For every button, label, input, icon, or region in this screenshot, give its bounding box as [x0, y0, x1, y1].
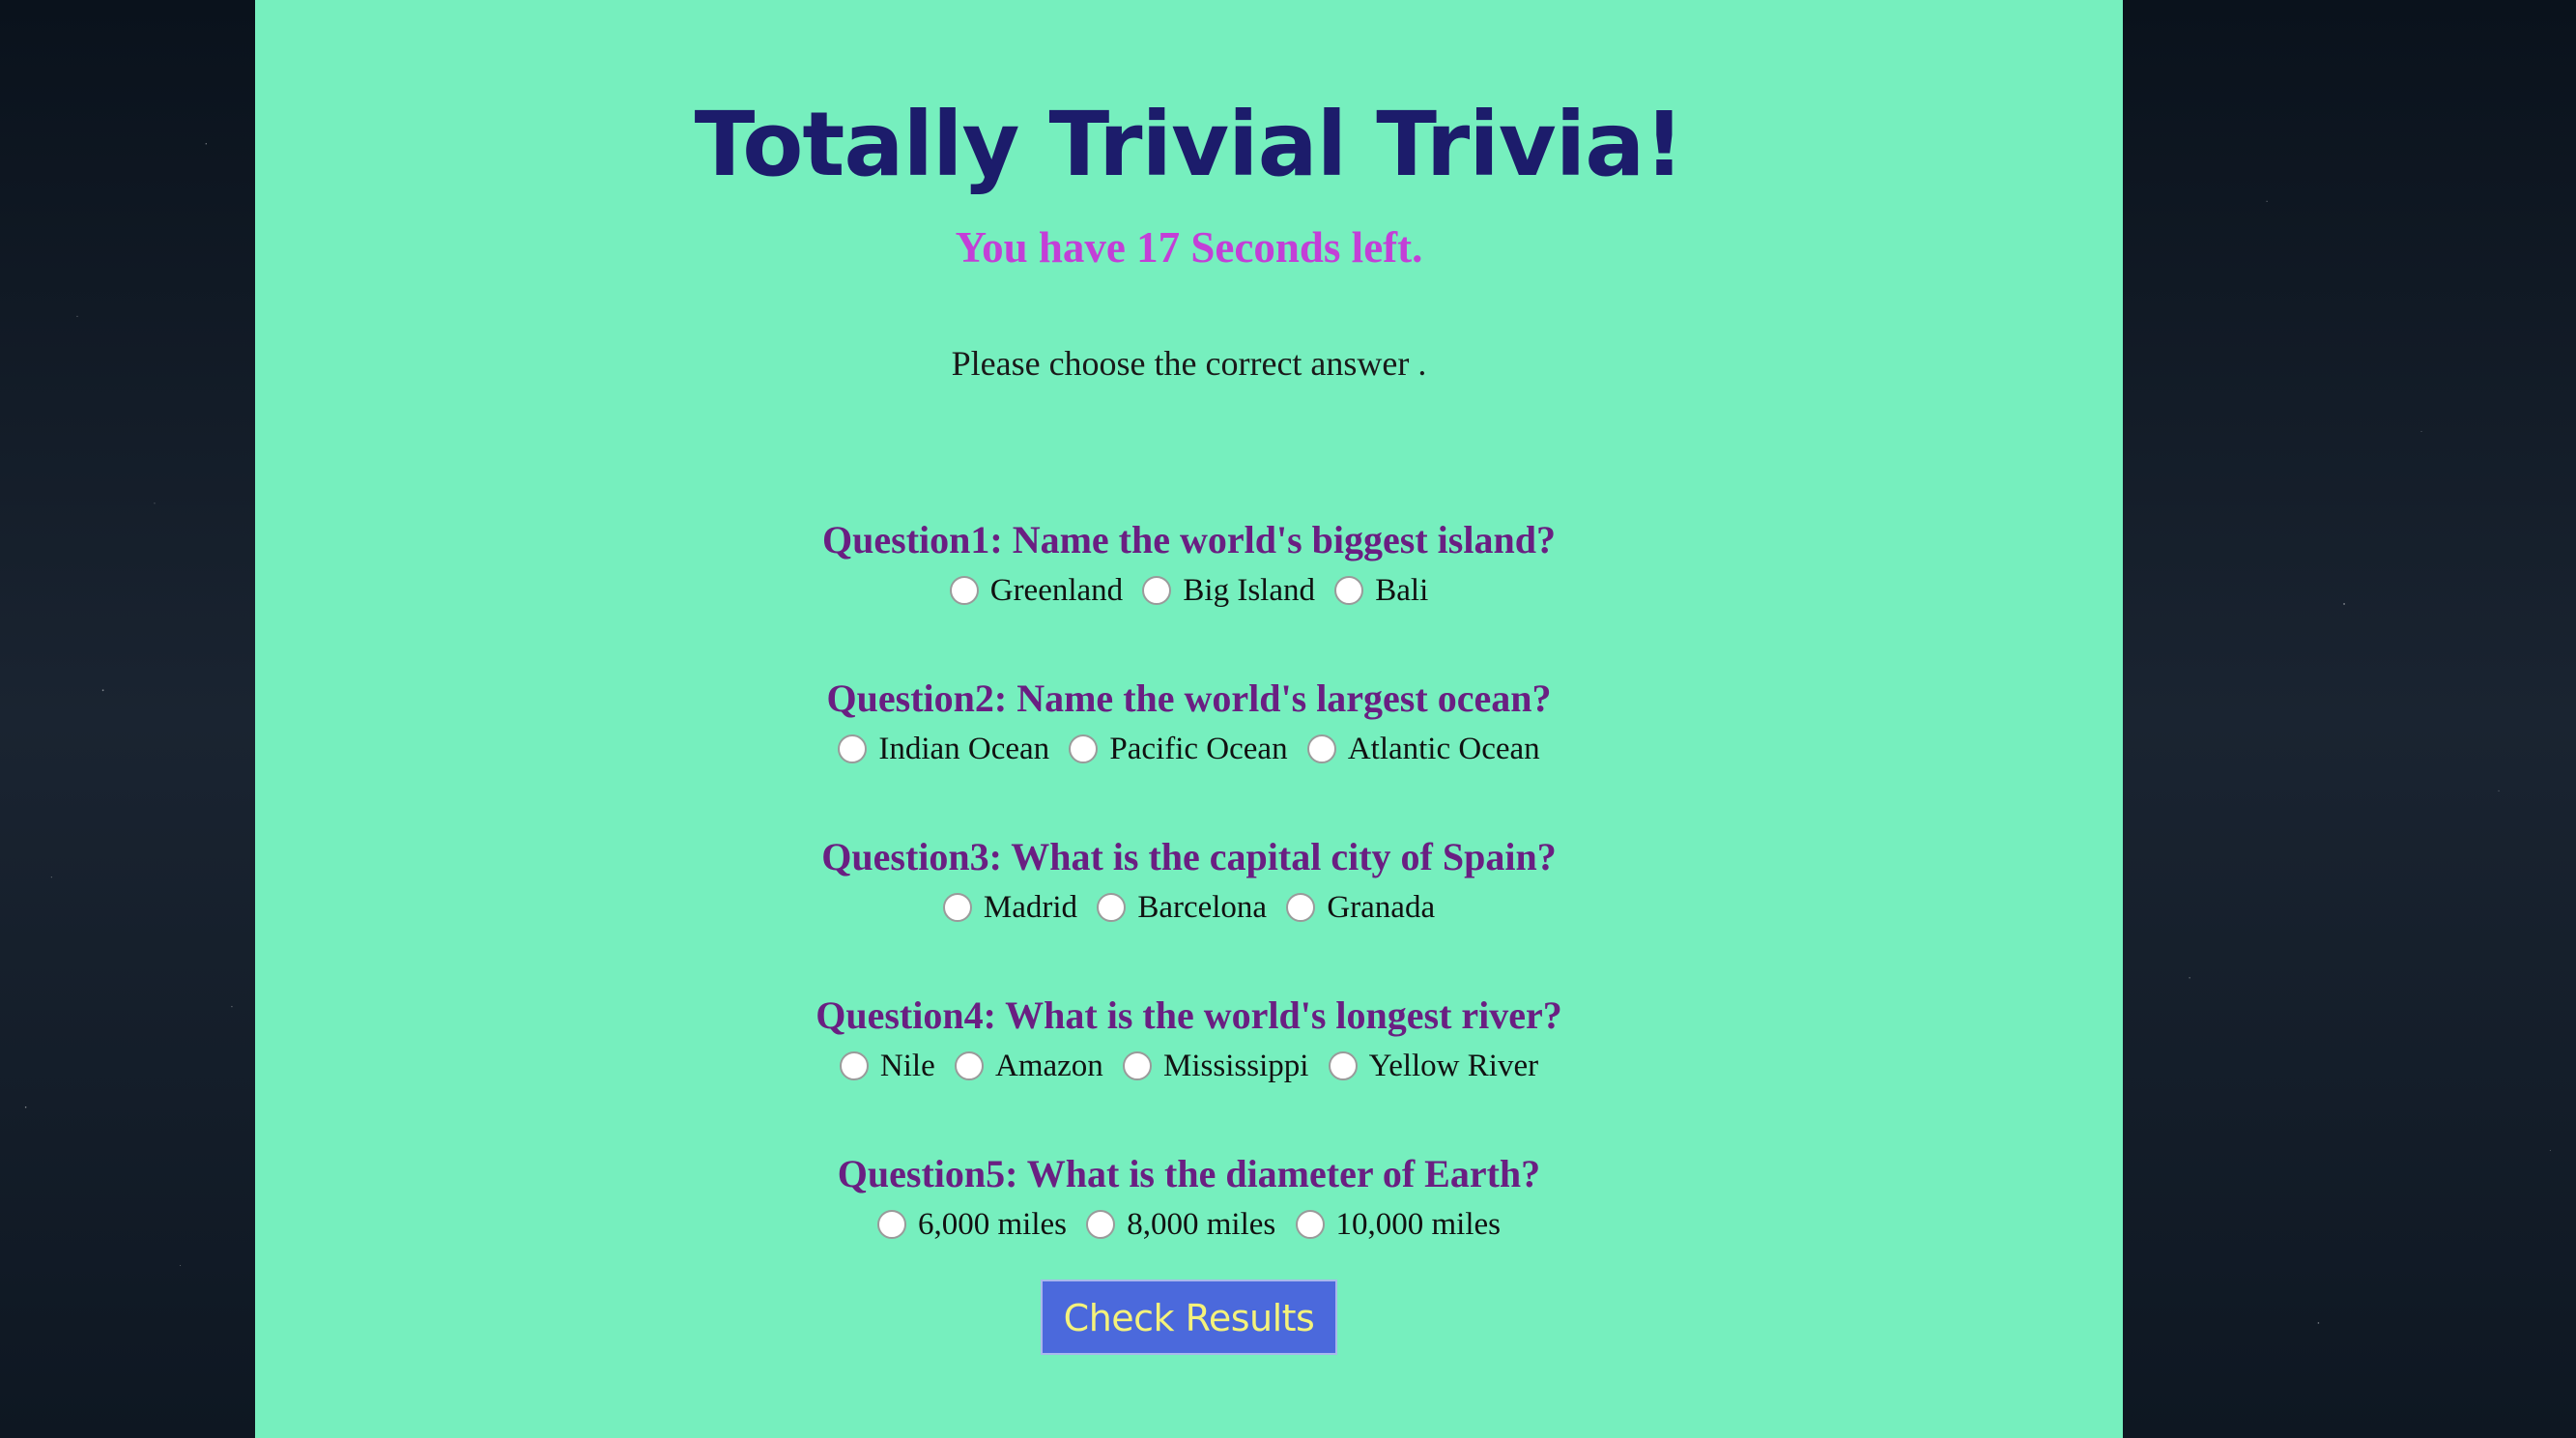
- question-3: Question3: What is the capital city of S…: [255, 833, 2123, 992]
- radio-button[interactable]: [838, 734, 868, 763]
- radio-button[interactable]: [1086, 1210, 1116, 1239]
- page-title: Totally Trivial Trivia!: [694, 93, 1685, 196]
- instruction-text: Please choose the correct answer .: [951, 344, 1427, 383]
- answer-option[interactable]: Big Island: [1142, 570, 1315, 611]
- question-1: Question1: Name the world's biggest isla…: [255, 516, 2123, 675]
- radio-button[interactable]: [1142, 576, 1172, 605]
- answer-label: Pacific Ocean: [1109, 732, 1288, 766]
- answer-option[interactable]: 10,000 miles: [1295, 1204, 1502, 1245]
- answer-option[interactable]: Nile: [839, 1046, 935, 1086]
- question-text: Question3: What is the capital city of S…: [821, 835, 1557, 878]
- answer-label: Greenland: [989, 573, 1124, 608]
- question-text: Question2: Name the world's largest ocea…: [826, 676, 1552, 720]
- answer-option[interactable]: Madrid: [942, 887, 1078, 928]
- answer-label: Granada: [1327, 890, 1436, 925]
- answer-option[interactable]: Granada: [1286, 887, 1435, 928]
- radio-button[interactable]: [1328, 1051, 1358, 1080]
- check-results-button[interactable]: Check Results: [1040, 1280, 1338, 1355]
- answer-option[interactable]: 8,000 miles: [1086, 1204, 1275, 1245]
- answer-label: Barcelona: [1137, 890, 1268, 925]
- radio-button[interactable]: [949, 576, 979, 605]
- answer-option[interactable]: Bali: [1334, 570, 1428, 611]
- answer-label: 8,000 miles: [1127, 1207, 1276, 1242]
- radio-button[interactable]: [1295, 1210, 1325, 1239]
- question-2: Question2: Name the world's largest ocea…: [255, 675, 2123, 833]
- answer-options: Indian Ocean Pacific Ocean Atlantic Ocea…: [255, 729, 2123, 769]
- radio-button[interactable]: [1123, 1051, 1153, 1080]
- radio-button[interactable]: [942, 893, 972, 922]
- answer-label: Big Island: [1183, 573, 1315, 608]
- answer-options: Madrid Barcelona Granada: [255, 887, 2123, 928]
- radio-button[interactable]: [1286, 893, 1316, 922]
- answer-option[interactable]: 6,000 miles: [877, 1204, 1067, 1245]
- answer-option[interactable]: Mississippi: [1123, 1046, 1308, 1086]
- answer-label: Atlantic Ocean: [1347, 732, 1540, 766]
- answer-label: 6,000 miles: [918, 1207, 1067, 1242]
- answer-option[interactable]: Barcelona: [1097, 887, 1267, 928]
- answer-label: 10,000 miles: [1335, 1207, 1502, 1242]
- answer-label: Yellow River: [1368, 1049, 1539, 1083]
- radio-button[interactable]: [1306, 734, 1336, 763]
- submit-row: Check Results: [255, 1280, 2123, 1355]
- answer-label: Amazon: [994, 1049, 1103, 1083]
- answer-label: Nile: [879, 1049, 935, 1083]
- quiz-panel: Totally Trivial Trivia! You have 17 Seco…: [255, 0, 2123, 1438]
- radio-button[interactable]: [954, 1051, 984, 1080]
- answer-option[interactable]: Amazon: [954, 1046, 1103, 1086]
- answer-option[interactable]: Atlantic Ocean: [1306, 729, 1540, 769]
- question-text: Question5: What is the diameter of Earth…: [837, 1152, 1541, 1195]
- answer-option[interactable]: Indian Ocean: [838, 729, 1049, 769]
- radio-button[interactable]: [1069, 734, 1099, 763]
- question-list: Question1: Name the world's biggest isla…: [255, 516, 2123, 1309]
- answer-options: 6,000 miles 8,000 miles 10,000 miles: [255, 1204, 2123, 1245]
- answer-label: Mississippi: [1163, 1049, 1309, 1083]
- question-text: Question4: What is the world's longest r…: [816, 993, 1562, 1037]
- countdown-timer: You have 17 Seconds left.: [955, 223, 1423, 272]
- question-4: Question4: What is the world's longest r…: [255, 992, 2123, 1150]
- answer-option[interactable]: Greenland: [949, 570, 1124, 611]
- answer-option[interactable]: Pacific Ocean: [1069, 729, 1288, 769]
- answer-option[interactable]: Yellow River: [1328, 1046, 1539, 1086]
- radio-button[interactable]: [877, 1210, 906, 1239]
- radio-button[interactable]: [1097, 893, 1127, 922]
- radio-button[interactable]: [1334, 576, 1364, 605]
- answer-options: Nile Amazon Mississippi Yellow River: [255, 1046, 2123, 1086]
- answer-label: Madrid: [983, 890, 1078, 925]
- radio-button[interactable]: [839, 1051, 869, 1080]
- answer-label: Bali: [1375, 573, 1429, 608]
- answer-label: Indian Ocean: [878, 732, 1050, 766]
- answer-options: Greenland Big Island Bali: [255, 570, 2123, 611]
- question-text: Question1: Name the world's biggest isla…: [822, 518, 1556, 561]
